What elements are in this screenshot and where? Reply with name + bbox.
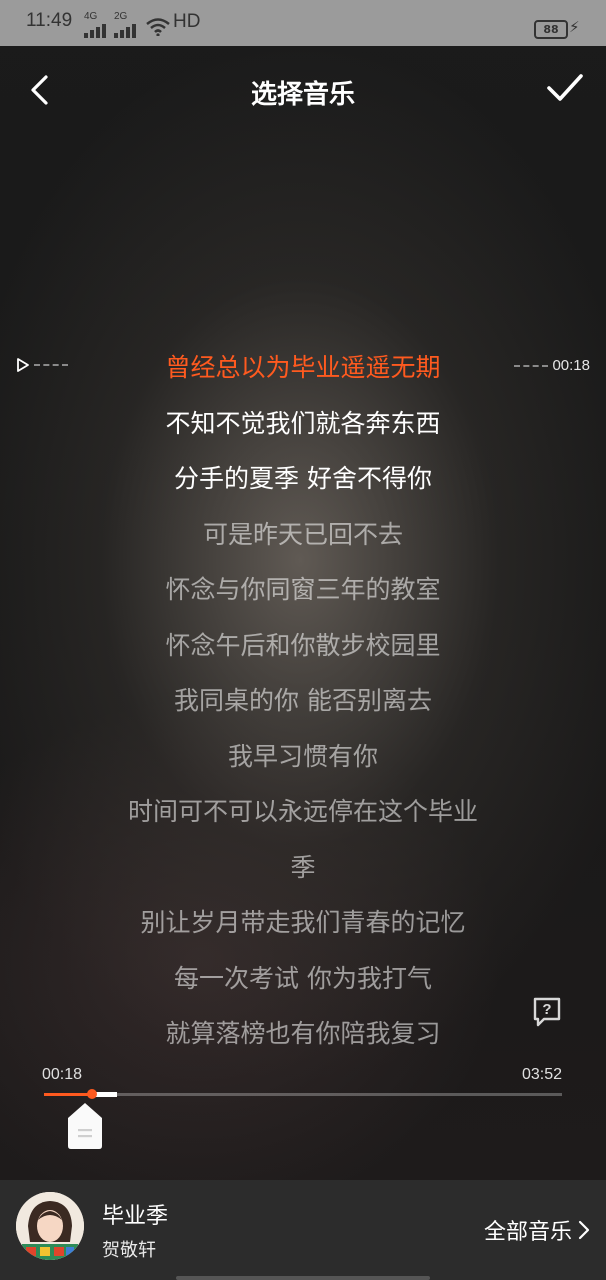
all-music-label: 全部音乐 bbox=[483, 1220, 572, 1245]
confirm-button[interactable] bbox=[545, 70, 585, 106]
lyric-line[interactable]: 就算落榜也有你陪我复习 bbox=[0, 1006, 606, 1062]
lyric-line[interactable]: 季 bbox=[0, 840, 606, 896]
lyric-feedback-icon[interactable]: ? bbox=[531, 996, 563, 1028]
header: 选择音乐 bbox=[0, 46, 606, 136]
progress-handle[interactable] bbox=[67, 1102, 103, 1150]
network-type-2: 2G bbox=[114, 11, 128, 22]
signal-icon-2 bbox=[114, 24, 136, 38]
battery-icon: 88 bbox=[534, 20, 568, 39]
current-time: 00:18 bbox=[42, 1066, 83, 1083]
song-title: 毕业季 bbox=[102, 1204, 169, 1229]
signal-icon-1 bbox=[84, 24, 106, 38]
hd-indicator: HD bbox=[173, 11, 201, 32]
page-title: 选择音乐 bbox=[250, 80, 355, 110]
lyric-line[interactable]: 别让岁月带走我们青春的记忆 bbox=[0, 895, 606, 951]
lyric-line[interactable]: 怀念午后和你散步校园里 bbox=[0, 618, 606, 674]
status-bar: 11:49 4G 2G HD 88 ⚡ bbox=[0, 0, 606, 46]
album-art bbox=[16, 1192, 84, 1260]
lyric-line[interactable]: 不知不觉我们就各奔东西 bbox=[0, 396, 606, 452]
all-music-button[interactable]: 全部音乐 bbox=[484, 1214, 590, 1246]
total-time: 03:52 bbox=[521, 1066, 562, 1083]
lyric-line[interactable]: 每一次考试 你为我打气 bbox=[0, 951, 606, 1007]
chevron-right-icon bbox=[578, 1220, 590, 1240]
lyric-line[interactable]: 可是昨天已回不去 bbox=[0, 507, 606, 563]
song-artist: 贺敬轩 bbox=[102, 1240, 156, 1261]
wifi-icon bbox=[146, 18, 170, 36]
network-type-1: 4G bbox=[84, 11, 98, 22]
svg-text:?: ? bbox=[542, 1001, 551, 1018]
lyrics-list[interactable]: 曾经总以为毕业遥遥无期 不知不觉我们就各奔东西 分手的夏季 好舍不得你 可是昨天已回不… bbox=[0, 340, 606, 1062]
progress-track[interactable] bbox=[44, 1089, 562, 1099]
lyric-line-current[interactable]: 曾经总以为毕业遥遥无期 bbox=[0, 340, 606, 396]
charging-icon: ⚡ bbox=[569, 18, 580, 36]
lyric-line[interactable]: 时间可不可以永远停在这个毕业 bbox=[0, 784, 606, 840]
album-cover[interactable] bbox=[16, 1192, 84, 1260]
lyric-line[interactable]: 分手的夏季 好舍不得你 bbox=[0, 451, 606, 507]
home-indicator bbox=[176, 1276, 430, 1280]
lyric-line[interactable]: 我同桌的你 能否别离去 bbox=[0, 673, 606, 729]
status-time: 11:49 bbox=[26, 10, 73, 31]
progress-played bbox=[44, 1093, 92, 1096]
progress-dot[interactable] bbox=[86, 1089, 97, 1099]
now-playing-bar: 毕业季 贺敬轩 全部音乐 bbox=[0, 1180, 606, 1280]
lyric-line[interactable]: 我早习惯有你 bbox=[0, 729, 606, 785]
lyric-line[interactable]: 怀念与你同窗三年的教室 bbox=[0, 562, 606, 618]
